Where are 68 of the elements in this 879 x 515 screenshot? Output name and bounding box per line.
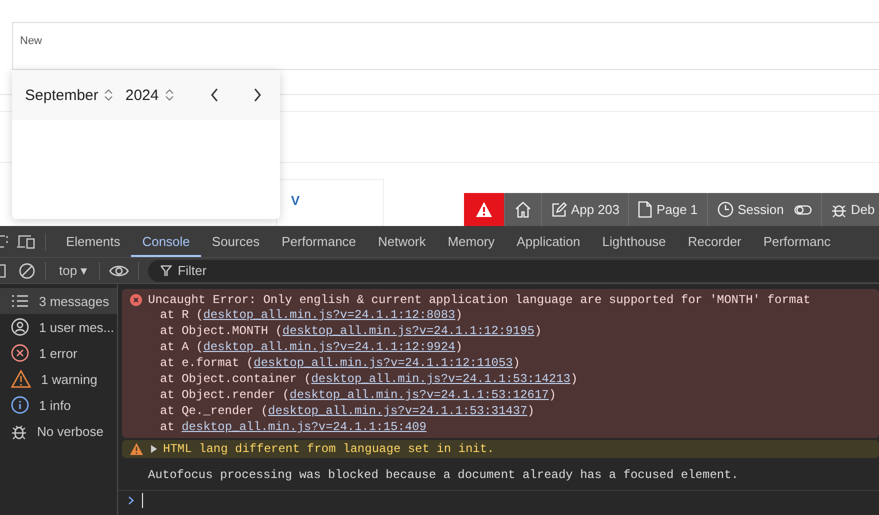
stack-frame: at Object.container (desktop_all.min.js?v=24.1.1:53:14213) (160, 372, 578, 386)
source-link[interactable]: desktop_all.min.js?v=24.1.1:12:8083 (203, 308, 456, 322)
error-icon (11, 344, 29, 362)
warning-icon (476, 202, 492, 217)
source-link[interactable]: desktop_all.min.js?v=24.1.1:12:9924 (203, 340, 456, 354)
tab[interactable]: Lighthouse (591, 226, 677, 257)
tab[interactable]: Memory (436, 226, 506, 257)
eye-icon[interactable] (108, 264, 129, 278)
sidebar-item[interactable]: 3 messages (0, 288, 117, 314)
stack-frame: at R (desktop_all.min.js?v=24.1.1:12:8083) (160, 308, 462, 322)
up-down-icon (104, 89, 114, 101)
home-icon (514, 201, 532, 218)
tab[interactable]: Sources (200, 226, 271, 257)
stack-frame: at Qe._render (desktop_all.min.js?v=24.1.1:53:31437) (160, 404, 534, 418)
previous-month-button[interactable] (210, 88, 220, 102)
source-link[interactable]: desktop_all.min.js?v=24.1.1:12:11053 (254, 356, 513, 370)
up-down-icon (164, 89, 174, 101)
stack-frame: at Object.render (desktop_all.min.js?v=24.1.1:53:12617) (160, 388, 556, 402)
sidebar-item[interactable]: 1 info (0, 392, 117, 418)
info-text: Autofocus processing was blocked because a document already has a focused element. (148, 468, 738, 482)
text-cursor[interactable] (142, 492, 143, 508)
list-icon (11, 294, 29, 308)
tab[interactable]: Performanc (752, 226, 842, 257)
expand-arrow-icon[interactable] (151, 445, 157, 453)
tab[interactable]: Recorder (676, 226, 752, 257)
tab[interactable]: Application (506, 226, 592, 257)
prompt-icon (128, 496, 134, 504)
link[interactable]: V (291, 193, 300, 208)
warning-icon (130, 443, 143, 455)
info-icon (11, 396, 29, 414)
clear-console-icon[interactable] (18, 262, 36, 280)
device-icon[interactable] (16, 234, 36, 250)
error-button[interactable] (464, 193, 505, 226)
sidebar-item[interactable]: 1 user mes... (0, 314, 117, 340)
warning-text: HTML lang different from language set in init. (163, 442, 494, 456)
error-icon (130, 294, 142, 306)
clock-icon (716, 201, 734, 218)
sidebar-toggle-icon[interactable] (0, 264, 6, 278)
error-text: Uncaught Error: Only english & current application language are supported for 'MONTH' format (148, 293, 811, 307)
tab[interactable]: Network (367, 226, 437, 257)
sidebar-item[interactable]: No verbose (0, 418, 117, 444)
stack-frame: at desktop_all.min.js?v=24.1.1:15:409 (160, 420, 426, 434)
year-select[interactable]: 2024 (125, 86, 174, 104)
source-link[interactable]: desktop_all.min.js?v=24.1.1:53:31437 (268, 404, 528, 418)
bug-icon (11, 422, 27, 440)
month-select[interactable]: September (25, 86, 114, 104)
source-link[interactable]: desktop_all.min.js?v=24.1.1:53:12617 (290, 388, 549, 402)
warning-icon (11, 370, 31, 388)
stack-frame: at A (desktop_all.min.js?v=24.1.1:12:9924) (160, 340, 462, 354)
user-icon (11, 318, 29, 336)
context-dropdown[interactable]: top ▾ (55, 263, 90, 278)
stack-frame: at e.format (desktop_all.min.js?v=24.1.1:12:11053) (160, 356, 520, 370)
source-link[interactable]: desktop_all.min.js?v=24.1.1:53:14213 (311, 372, 570, 386)
text-field[interactable]: New (12, 22, 879, 70)
source-link[interactable]: desktop_all.min.js?v=24.1.1:12:9195 (282, 324, 534, 338)
tab[interactable]: Elements (55, 226, 132, 257)
document-icon (638, 201, 652, 218)
stack-frame: at Object.MONTH (desktop_all.min.js?v=24.1.1:12:9195) (160, 324, 542, 338)
next-month-button[interactable] (252, 88, 262, 102)
tab[interactable]: Performance (270, 226, 368, 257)
edit-icon (551, 202, 567, 218)
sidebar-item[interactable]: 1 warning (0, 366, 117, 392)
filter-icon (160, 264, 172, 276)
source-link[interactable]: desktop_all.min.js?v=24.1.1:15:409 (182, 420, 426, 434)
inspect-icon[interactable] (0, 234, 8, 250)
toggle-icon (794, 204, 812, 214)
filter-field[interactable]: Filter (148, 260, 879, 282)
sidebar-item[interactable]: 1 error (0, 340, 117, 366)
